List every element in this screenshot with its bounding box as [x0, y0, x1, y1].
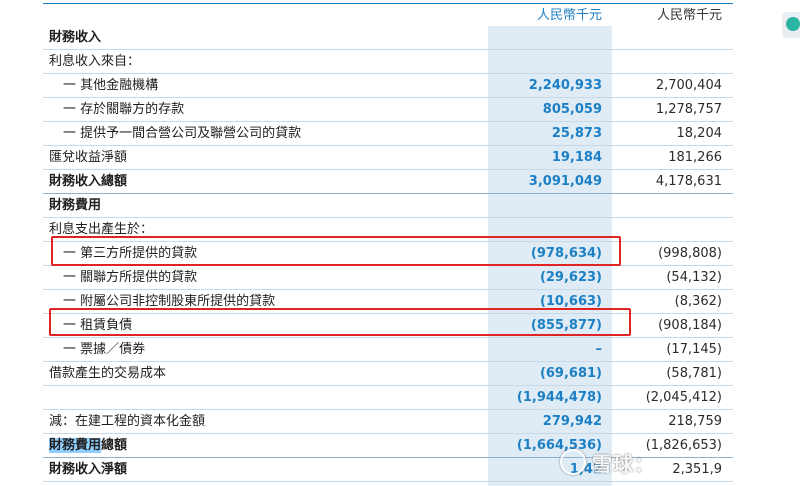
table-row: 一 其他金融機構 2,240,933 2,700,404: [43, 74, 733, 98]
previous-value: (2,045,412): [645, 390, 722, 405]
side-widget[interactable]: [782, 12, 800, 38]
current-value: –: [595, 342, 603, 357]
previous-value: (998,808): [658, 246, 722, 261]
top-rule: [43, 3, 733, 4]
row-label: 一 票據／債券: [63, 342, 146, 357]
previous-value: 181,266: [668, 150, 722, 165]
watermark: 雪球：: [560, 448, 655, 477]
table-row: 一 票據／債券 – (17,145): [43, 338, 733, 362]
row-label: 一 存於關聯方的存款: [63, 102, 185, 117]
previous-value: (54,132): [666, 270, 722, 285]
table-row: 一 存於關聯方的存款 805,059 1,278,757: [43, 98, 733, 122]
current-value: 3,091,049: [528, 174, 602, 189]
current-year-unit-header: 人民幣千元: [536, 8, 602, 23]
annotation-box-third-party-loans: [51, 236, 621, 266]
label-rest: 總額: [101, 438, 128, 453]
row-label: 一 其他金融機構: [63, 78, 159, 93]
row-label: 一 關聯方所提供的貸款: [63, 270, 198, 285]
table-row: 一 提供予一間合營公司及聯營公司的貸款 25,873 18,204: [43, 122, 733, 146]
table-row: 一 關聯方所提供的貸款 (29,623) (54,132): [43, 266, 733, 290]
current-value: (69,681): [539, 366, 602, 381]
row-label: 財務收入總額: [49, 174, 128, 189]
highlighted-label-text: 財務費用: [49, 438, 102, 453]
table-row: 借款產生的交易成本 (69,681) (58,781): [43, 362, 733, 386]
table-row: 財務收入: [43, 26, 733, 50]
annotation-box-lease-liabilities: [49, 308, 631, 336]
current-value: 2,240,933: [528, 78, 602, 93]
current-value: 805,059: [542, 102, 602, 117]
previous-value: 18,204: [676, 126, 723, 141]
row-label: 利息收入來自：: [49, 54, 141, 69]
row-label: 財務收入淨額: [49, 462, 128, 477]
current-value: 25,873: [551, 126, 602, 141]
app-icon: [786, 17, 800, 31]
current-value: 19,184: [551, 150, 602, 165]
table-row: 財務收入總額 3,091,049 4,178,631: [43, 170, 733, 194]
current-value: (1,944,478): [516, 390, 602, 405]
row-label: 借款產生的交易成本: [49, 366, 167, 381]
snowball-logo-icon: [560, 449, 586, 475]
row-label: 財務收入: [49, 30, 102, 45]
current-value: 279,942: [542, 414, 602, 429]
table-row-subtotal: (1,944,478) (2,045,412): [43, 386, 733, 410]
previous-value: 2,700,404: [655, 78, 722, 93]
previous-year-unit-header: 人民幣千元: [656, 8, 722, 23]
row-label: 一 提供予一間合營公司及聯營公司的貸款: [63, 126, 302, 141]
watermark-text: 雪球：: [592, 452, 655, 476]
previous-value: 4,178,631: [655, 174, 722, 189]
current-value: (29,623): [539, 270, 602, 285]
table-row: 財務費用: [43, 194, 733, 218]
table-row: 利息收入來自：: [43, 50, 733, 74]
row-label: 減：在建工程的資本化金額: [49, 414, 206, 429]
previous-value: 1,278,757: [655, 102, 722, 117]
table-row: 匯兌收益淨額 19,184 181,266: [43, 146, 733, 170]
previous-value: (58,781): [666, 366, 722, 381]
financial-statement-page: 人民幣千元 人民幣千元 財務收入 利息收入來自： 一 其他金融機構 2,240,…: [0, 0, 800, 486]
previous-value: (17,145): [666, 342, 722, 357]
previous-value: 218,759: [668, 414, 722, 429]
row-label: 財務費用: [49, 198, 102, 213]
row-label: 財務費用總額: [49, 434, 127, 457]
table-row: 減：在建工程的資本化金額 279,942 218,759: [43, 410, 733, 434]
row-label: 匯兌收益淨額: [49, 150, 128, 165]
